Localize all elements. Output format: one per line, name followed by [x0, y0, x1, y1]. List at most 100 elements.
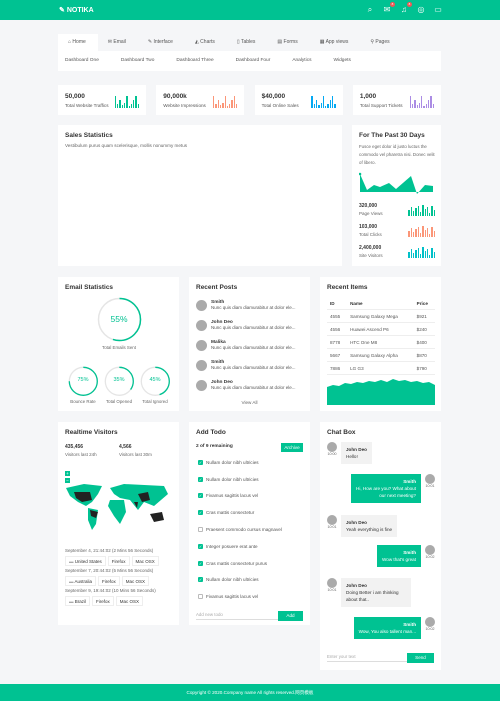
- tab-forms[interactable]: ▤ Forms: [267, 34, 309, 51]
- spark-bar: [327, 104, 329, 108]
- spark-bar: [315, 100, 318, 108]
- metric-label: Site Visitors: [359, 253, 383, 258]
- todo-checkbox[interactable]: ✓: [198, 459, 203, 465]
- ring-value: 45%: [149, 377, 161, 384]
- subnav-item[interactable]: Dashboard One: [65, 51, 99, 71]
- brand-name: NOTIKA: [66, 7, 94, 14]
- spark-bar: [410, 228, 413, 237]
- avatar: [425, 617, 435, 627]
- chat-box-card: Chat Box 10:00 John Deo Hello! 10:01 Smith Hi…: [320, 422, 441, 670]
- add-todo-button[interactable]: Add: [278, 611, 303, 621]
- new-todo-input[interactable]: Add new todo: [196, 612, 278, 620]
- avatar: [327, 578, 337, 588]
- view-all-link[interactable]: View All: [189, 400, 310, 405]
- spark-bar: [411, 104, 414, 108]
- visit-time: September 7, 20:44:02 (5 Mins 56 Seconds…: [65, 568, 154, 573]
- todo-checkbox[interactable]: ✓: [198, 577, 203, 583]
- subnav-item[interactable]: Dashboard Two: [121, 51, 155, 71]
- spark-bar: [408, 252, 410, 258]
- search-icon[interactable]: ⌕: [365, 5, 375, 15]
- todo-item: ✓ Cras mattis consectetur: [198, 504, 306, 521]
- todo-checkbox[interactable]: ✓: [198, 493, 203, 499]
- card-title: Chat Box: [327, 429, 356, 436]
- list-item[interactable]: Malika Nunc quis diam diamurabitur at dol…: [196, 335, 306, 355]
- subnav-item[interactable]: Dashboard Three: [176, 51, 213, 71]
- spark-bar: [222, 103, 224, 108]
- spark-bar: [419, 254, 422, 258]
- avatar: [425, 474, 435, 484]
- visitor-count: 435,456: [65, 444, 84, 450]
- bell-icon[interactable]: ♫ 8: [399, 2, 412, 15]
- column-header: Name: [347, 297, 414, 310]
- brand-logo[interactable]: ✎ NOTIKA: [59, 6, 94, 14]
- list-item[interactable]: Smith Nunc quis diam diamurabitur at dolo…: [196, 355, 306, 375]
- area-chart: [359, 172, 433, 194]
- mail-icon[interactable]: ✉ 8: [382, 2, 395, 15]
- subnav-item[interactable]: Dashboard Four: [236, 51, 271, 71]
- chat-input[interactable]: Enter your text: [327, 654, 407, 662]
- todo-checkbox[interactable]: [198, 594, 203, 600]
- send-button[interactable]: Send: [407, 653, 434, 663]
- chat-message: 10:00 John Deo Hello!: [327, 442, 372, 464]
- stat-value: 50,000: [65, 93, 85, 100]
- subnav-item[interactable]: Analytics: [292, 51, 311, 71]
- avatar: [196, 319, 207, 331]
- archive-button[interactable]: Archive: [281, 443, 303, 452]
- spark-bar: [421, 96, 423, 108]
- country-chip: ▬ United States: [65, 556, 106, 566]
- tab-charts[interactable]: ◭ Charts: [185, 34, 227, 51]
- todo-checkbox[interactable]: ✓: [198, 560, 203, 566]
- todo-checkbox[interactable]: ✓: [198, 543, 203, 549]
- sparkline: [408, 247, 435, 258]
- spark-bar: [226, 106, 229, 108]
- stat-value: 90,000k: [163, 93, 187, 100]
- subnav-item[interactable]: Widgets: [334, 51, 351, 71]
- spark-bar: [117, 104, 119, 108]
- tab-email[interactable]: ✉ Email: [98, 34, 138, 51]
- spark-bar: [423, 106, 425, 108]
- tab-pages[interactable]: ⚲ Pages: [360, 34, 401, 51]
- todo-checkbox[interactable]: ✓: [198, 510, 203, 516]
- tab-home[interactable]: ⌂ Home: [58, 34, 98, 51]
- table-cell: $400: [413, 335, 435, 349]
- table-cell: 4555: [327, 309, 348, 323]
- spark-bar: [135, 96, 137, 108]
- tab-interface[interactable]: ✎ Interface: [138, 34, 185, 51]
- help-icon[interactable]: ◎: [416, 5, 426, 15]
- card-title: Recent Posts: [196, 284, 238, 291]
- spark-bar: [128, 106, 130, 108]
- todo-text: Integer posuere erat ante: [206, 543, 258, 549]
- chat-icon[interactable]: ▭: [433, 5, 443, 15]
- todo-checkbox[interactable]: ✓: [198, 476, 203, 482]
- message-sender: Smith: [403, 622, 416, 627]
- todo-item: Praesent commodo cursus magnavel: [198, 521, 306, 538]
- card-title: Add Todo: [196, 429, 226, 436]
- table-cell: HTC One M8: [347, 335, 414, 349]
- table-cell: LG G3: [347, 361, 414, 375]
- todo-remaining: 2 of 9 remaining: [196, 444, 233, 449]
- list-item[interactable]: John Deo Nunc quis diam diamurabitur at d…: [196, 375, 306, 395]
- ring-label: Total Emails Sent: [102, 344, 136, 350]
- avatar: [196, 359, 207, 371]
- todo-text: Nullam dolor nibh ultricies: [206, 577, 259, 583]
- post-text: Nunc quis diam diamurabitur at dolor ele…: [211, 365, 296, 370]
- spark-bar: [231, 100, 233, 108]
- visit-time: September 4, 21:44:02 (2 Mins 56 Seconds…: [65, 548, 154, 553]
- todo-checkbox[interactable]: [198, 527, 203, 533]
- spark-bar: [426, 207, 429, 216]
- sub-navigation: Dashboard One Dashboard Two Dashboard Thre…: [58, 51, 441, 71]
- spark-bar: [233, 96, 235, 108]
- email-statistics-card: Email Statistics 55% Total Emails Sent 75%…: [58, 277, 179, 411]
- map-zoom-in-button[interactable]: +: [65, 471, 70, 476]
- spark-bar: [413, 232, 415, 237]
- tab-tables[interactable]: ▯ Tables: [227, 34, 268, 51]
- list-item[interactable]: Smith Nunc quis diam diamurabitur at dolo…: [196, 295, 306, 315]
- list-item[interactable]: John Deo Nunc quis diam diamurabitur at d…: [196, 315, 306, 335]
- sparkline: [408, 205, 435, 216]
- table-cell: 7886: [327, 361, 348, 375]
- tab-app-views[interactable]: ▦ App views: [310, 34, 361, 51]
- post-text: Nunc quis diam diamurabitur at dolor ele…: [211, 345, 296, 350]
- items-table: ID Name Price 4555 Samsung Galaxy Mega $921 45…: [327, 297, 435, 375]
- table-row: 7886 LG G3 $790: [327, 361, 435, 375]
- spark-bar: [409, 96, 411, 108]
